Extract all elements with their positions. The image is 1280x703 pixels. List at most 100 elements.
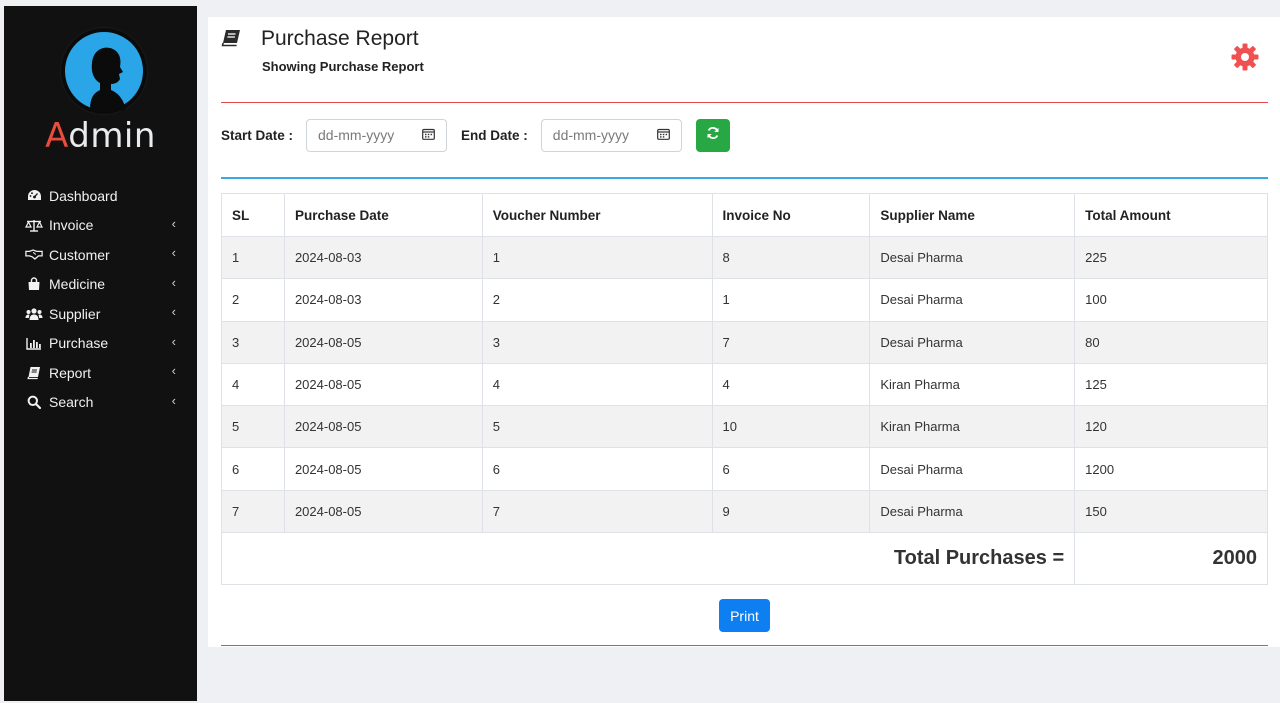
sidebar-nav: Dashboard Invoice ‹ Customer ‹ Medicine … bbox=[4, 181, 197, 417]
sidebar-item-label: Dashboard bbox=[49, 187, 118, 204]
shopping-bag-icon bbox=[25, 277, 43, 291]
table-cell: 2024-08-05 bbox=[283, 489, 483, 534]
sidebar-item-medicine[interactable]: Medicine ‹ bbox=[4, 270, 197, 300]
table-cell: 4 bbox=[221, 362, 285, 407]
sidebar-item-purchase[interactable]: Purchase ‹ bbox=[4, 329, 197, 359]
table-cell: 3 bbox=[221, 320, 285, 364]
table-cell: 2024-08-05 bbox=[283, 447, 483, 491]
sidebar-item-search[interactable]: Search ‹ bbox=[4, 388, 197, 418]
date-filter-bar: Start Date : dd-mm-yyyy End Date : dd-mm… bbox=[221, 118, 730, 152]
header-divider bbox=[221, 102, 1268, 103]
chevron-left-icon: ‹ bbox=[171, 363, 176, 378]
table-cell: Kiran Pharma bbox=[869, 362, 1076, 407]
dashboard-icon bbox=[25, 189, 43, 203]
table-cell: 2 bbox=[481, 278, 713, 322]
table-cell: 4 bbox=[711, 362, 871, 407]
table-cell: Desai Pharma bbox=[869, 447, 1076, 491]
table-row: 1 2024-08-03 1 8 Desai Pharma 225 bbox=[221, 235, 1268, 280]
table-cell: 6 bbox=[481, 447, 713, 491]
total-purchases-label: Total Purchases = bbox=[220, 532, 1076, 586]
table-cell: 1200 bbox=[1074, 447, 1268, 491]
table-cell: 7 bbox=[711, 320, 871, 364]
table-cell: 10 bbox=[711, 405, 871, 449]
chevron-left-icon: ‹ bbox=[171, 245, 176, 260]
table-cell: 100 bbox=[1074, 278, 1268, 322]
table-cell: 5 bbox=[221, 405, 285, 449]
table-row: 2 2024-08-03 2 1 Desai Pharma 100 bbox=[221, 278, 1268, 322]
start-date-label: Start Date : bbox=[221, 127, 294, 143]
page-title: Purchase Report bbox=[261, 27, 419, 50]
search-icon bbox=[25, 395, 43, 410]
end-date-input[interactable]: dd-mm-yyyy bbox=[540, 118, 682, 152]
sidebar-item-customer[interactable]: Customer ‹ bbox=[4, 240, 197, 270]
handshake-icon bbox=[25, 248, 43, 262]
bar-chart-icon bbox=[25, 336, 43, 350]
table-cell: 1 bbox=[481, 235, 713, 280]
table-header-row: SL Purchase Date Voucher Number Invoice … bbox=[221, 193, 1268, 237]
table-cell: 6 bbox=[711, 447, 871, 491]
sidebar-item-label: Report bbox=[49, 364, 92, 381]
sidebar-item-invoice[interactable]: Invoice ‹ bbox=[4, 211, 197, 241]
sidebar: Admin Dashboard Invoice ‹ Customer ‹ Med… bbox=[4, 6, 197, 701]
footer-divider bbox=[221, 645, 1268, 646]
table-row: 4 2024-08-05 4 4 Kiran Pharma 125 bbox=[221, 362, 1268, 407]
table-cell: 4 bbox=[481, 362, 713, 407]
table-row: 6 2024-08-05 6 6 Desai Pharma 1200 bbox=[221, 447, 1268, 491]
column-header: Supplier Name bbox=[869, 193, 1076, 237]
admin-avatar bbox=[60, 27, 148, 115]
table-cell: 2024-08-05 bbox=[283, 362, 483, 407]
book-icon bbox=[221, 29, 241, 47]
start-date-placeholder: dd-mm-yyyy bbox=[318, 127, 395, 143]
sidebar-item-label: Search bbox=[49, 394, 94, 411]
gear-icon[interactable] bbox=[1230, 42, 1260, 72]
table-cell: 1 bbox=[221, 235, 285, 280]
table-cell: 80 bbox=[1074, 320, 1268, 364]
table-cell: 7 bbox=[481, 489, 713, 534]
refresh-icon bbox=[706, 126, 720, 145]
page-subtitle: Showing Purchase Report bbox=[262, 59, 424, 74]
sidebar-item-label: Customer bbox=[49, 246, 110, 263]
column-header: Total Amount bbox=[1074, 193, 1268, 237]
table-row: 3 2024-08-05 3 7 Desai Pharma 80 bbox=[221, 320, 1268, 364]
report-card: Purchase Report Showing Purchase Report … bbox=[208, 17, 1280, 647]
calendar-icon[interactable] bbox=[422, 127, 435, 143]
table-cell: 225 bbox=[1074, 235, 1268, 280]
refresh-button[interactable] bbox=[695, 118, 730, 152]
chevron-left-icon: ‹ bbox=[171, 274, 176, 290]
total-row: Total Purchases = 2000 bbox=[220, 532, 1268, 586]
start-date-input[interactable]: dd-mm-yyyy bbox=[306, 118, 448, 152]
table-cell: Desai Pharma bbox=[869, 235, 1076, 280]
brand-rest: dmin bbox=[68, 116, 156, 156]
table-cell: Desai Pharma bbox=[869, 278, 1076, 322]
chevron-left-icon: ‹ bbox=[171, 333, 176, 349]
print-button[interactable]: Print bbox=[719, 599, 770, 632]
end-date-label: End Date : bbox=[461, 127, 528, 143]
table-cell: 2 bbox=[221, 278, 285, 322]
table-cell: Desai Pharma bbox=[869, 320, 1076, 364]
table-cell: 6 bbox=[221, 447, 285, 491]
brand-title: Admin bbox=[4, 116, 197, 156]
table-cell: 7 bbox=[221, 489, 285, 534]
table-cell: 2024-08-03 bbox=[283, 278, 483, 322]
sidebar-item-label: Medicine bbox=[49, 276, 106, 293]
column-header: Voucher Number bbox=[481, 193, 713, 237]
sidebar-item-dashboard[interactable]: Dashboard bbox=[4, 181, 197, 211]
purchase-report-table: SL Purchase Date Voucher Number Invoice … bbox=[220, 193, 1268, 586]
users-icon bbox=[25, 307, 43, 321]
sidebar-item-label: Invoice bbox=[49, 217, 94, 234]
calendar-icon[interactable] bbox=[656, 127, 670, 143]
sidebar-item-label: Supplier bbox=[49, 305, 101, 322]
chevron-left-icon: ‹ bbox=[171, 392, 176, 408]
sidebar-item-report[interactable]: Report ‹ bbox=[4, 358, 197, 388]
sidebar-item-supplier[interactable]: Supplier ‹ bbox=[4, 299, 197, 329]
table-cell: 2024-08-05 bbox=[283, 405, 483, 449]
book-icon bbox=[25, 366, 43, 380]
table-cell: 120 bbox=[1074, 405, 1268, 449]
table-cell: 150 bbox=[1074, 489, 1268, 534]
chevron-left-icon: ‹ bbox=[171, 304, 176, 319]
table-cell: Kiran Pharma bbox=[869, 405, 1076, 449]
total-purchases-value: 2000 bbox=[1074, 532, 1268, 586]
column-header: SL bbox=[221, 193, 285, 237]
column-header: Purchase Date bbox=[283, 193, 483, 237]
brand-initial: A bbox=[45, 116, 69, 156]
